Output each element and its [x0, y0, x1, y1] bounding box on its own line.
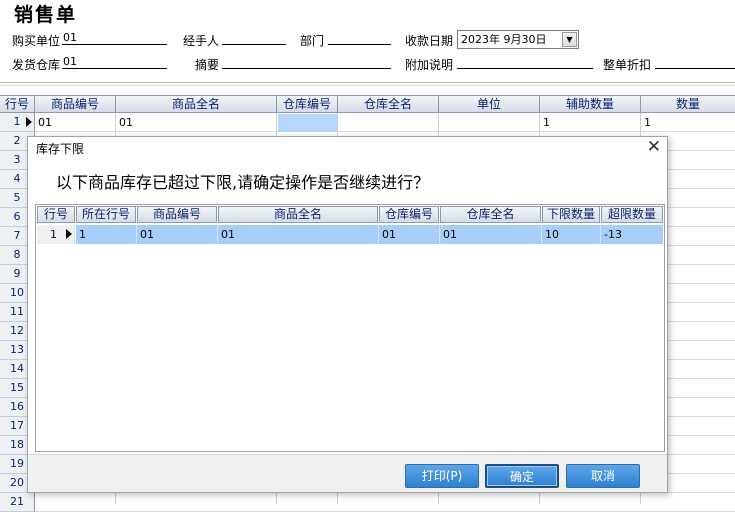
drow-num-cell: 1	[37, 225, 75, 244]
col-header-unit[interactable]: 单位	[439, 96, 540, 113]
col-header-warehouse-code[interactable]: 仓库编号	[277, 96, 338, 113]
row1-product-code[interactable]: 01	[36, 114, 52, 132]
stock-limit-dialog: 库存下限 ✕ 以下商品库存已超过下限,请确定操作是否继续进行？ 行号 所在行号 …	[27, 136, 668, 493]
drow-warehouse-name[interactable]: 01	[440, 225, 542, 244]
date-label: 收款日期	[405, 34, 454, 48]
dcol-header-product-code[interactable]: 商品编号	[137, 206, 217, 223]
drow-line[interactable]: 1	[76, 225, 137, 244]
row1-aux-qty[interactable]: 1	[541, 114, 550, 132]
dcol-header-min-qty[interactable]: 下限数量	[542, 206, 600, 223]
dialog-footer: 打印(P) 确定 取消	[28, 454, 667, 492]
col-header-warehouse-name[interactable]: 仓库全名	[338, 96, 439, 113]
drow-product-name[interactable]: 01	[218, 225, 379, 244]
close-icon[interactable]: ✕	[647, 137, 661, 157]
dept-field[interactable]	[328, 32, 391, 45]
warehouse-label: 发货仓库	[12, 58, 61, 72]
handler-field[interactable]	[222, 32, 286, 45]
date-value: 2023年 9月30日	[461, 33, 547, 46]
buyer-label: 购买单位	[12, 34, 61, 48]
buyer-field[interactable]: 01	[62, 32, 167, 45]
row1-warehouse-code-selected[interactable]	[278, 114, 338, 132]
dialog-grid-header: 行号 所在行号 商品编号 商品全名 仓库编号 仓库全名 下限数量 超限数量	[36, 205, 664, 224]
row1-product-name[interactable]: 01	[117, 114, 133, 132]
print-button[interactable]: 打印(P)	[405, 464, 479, 488]
summary-label: 摘要	[195, 58, 220, 72]
handler-label: 经手人	[183, 34, 220, 48]
ok-button[interactable]: 确定	[485, 464, 559, 488]
dialog-table-row[interactable]: 1 1 01 01 01 01 10 -13	[36, 225, 664, 244]
col-header-qty[interactable]: 数量	[641, 96, 735, 113]
cancel-button[interactable]: 取消	[566, 464, 640, 488]
dcol-header-over-qty[interactable]: 超限数量	[601, 206, 663, 223]
form-title: 销售单	[14, 4, 78, 26]
row1-qty[interactable]: 1	[642, 114, 651, 132]
header-divider-2	[0, 85, 735, 86]
dcol-header-warehouse-name[interactable]: 仓库全名	[440, 206, 541, 223]
row-number[interactable]: 21	[0, 493, 35, 512]
drow-min-qty[interactable]: 10	[542, 225, 601, 244]
dcol-header-warehouse-code[interactable]: 仓库编号	[379, 206, 439, 223]
current-row-arrow-icon	[26, 117, 32, 127]
dialog-message: 以下商品库存已超过下限,请确定操作是否继续进行？	[56, 173, 430, 192]
drow-product-code[interactable]: 01	[137, 225, 218, 244]
summary-field[interactable]	[222, 56, 391, 69]
note-field[interactable]	[457, 56, 593, 69]
dialog-grid[interactable]: 行号 所在行号 商品编号 商品全名 仓库编号 仓库全名 下限数量 超限数量 1 …	[35, 204, 665, 452]
header-divider	[0, 82, 735, 83]
dcol-header-num[interactable]: 行号	[37, 206, 75, 223]
col-header-product-code[interactable]: 商品编号	[35, 96, 116, 113]
note-label: 附加说明	[405, 58, 454, 72]
discount-field[interactable]	[655, 56, 735, 69]
discount-label: 整单折扣	[603, 58, 652, 72]
current-row-arrow-icon	[66, 229, 72, 239]
drow-num: 1	[50, 228, 57, 241]
col-header-rownum[interactable]: 行号	[0, 96, 35, 113]
dept-label: 部门	[300, 34, 325, 48]
row-divider	[35, 131, 735, 132]
date-picker[interactable]: 2023年 9月30日 ▼	[457, 30, 579, 49]
dcol-header-line[interactable]: 所在行号	[76, 206, 136, 223]
grid-header: 行号 商品编号 商品全名 仓库编号 仓库全名 单位 辅助数量 数量	[0, 95, 735, 113]
col-header-aux-qty[interactable]: 辅助数量	[540, 96, 641, 113]
chevron-down-icon[interactable]: ▼	[562, 32, 577, 47]
col-header-product-name[interactable]: 商品全名	[116, 96, 277, 113]
drow-warehouse-code[interactable]: 01	[379, 225, 440, 244]
dialog-title: 库存下限	[36, 142, 85, 156]
dcol-header-product-name[interactable]: 商品全名	[218, 206, 378, 223]
drow-over-qty[interactable]: -13	[601, 225, 663, 244]
warehouse-field[interactable]: 01	[62, 56, 167, 69]
